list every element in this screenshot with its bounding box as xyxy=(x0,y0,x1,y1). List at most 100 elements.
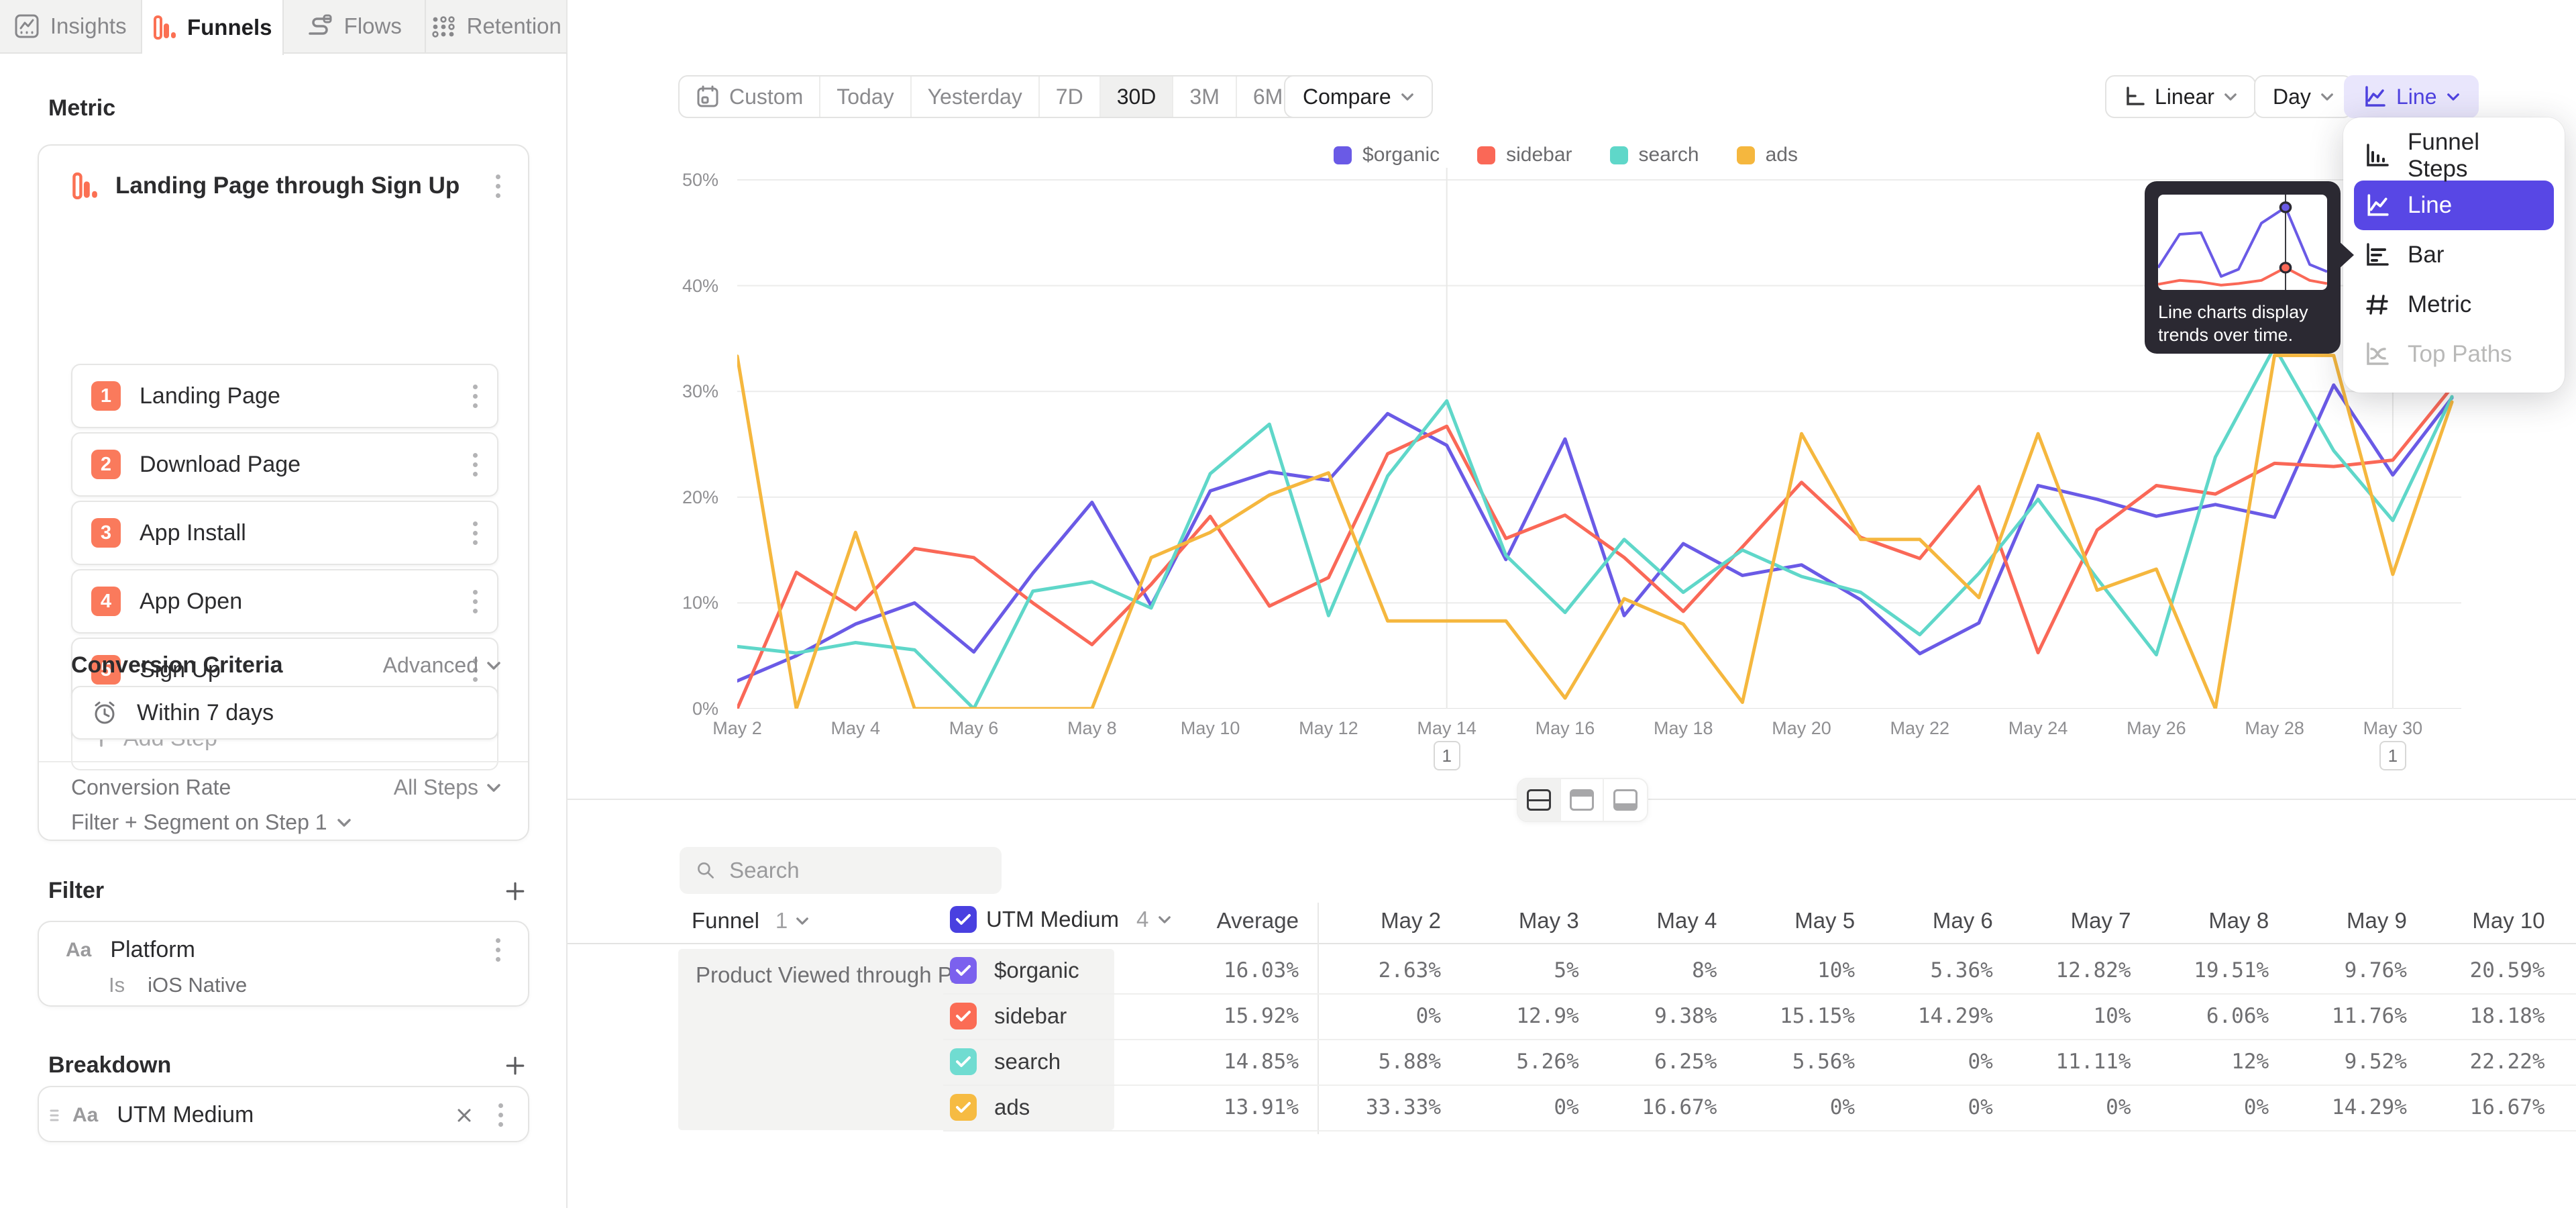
row-separator xyxy=(943,1130,2576,1131)
day-column-header[interactable]: May 4 xyxy=(1589,908,1717,934)
layout-table-view-button[interactable] xyxy=(1604,779,1647,821)
annotation-badge[interactable]: 1 xyxy=(2379,741,2406,770)
funnel-steps-icon xyxy=(2365,143,2390,168)
day-column-header[interactable]: May 7 xyxy=(2004,908,2131,934)
interval-dropdown[interactable]: Day xyxy=(2254,75,2353,118)
range-option[interactable]: Yesterday xyxy=(912,77,1040,117)
range-option[interactable]: Today xyxy=(820,77,911,117)
step-kebab-menu[interactable] xyxy=(472,453,478,476)
all-steps-dropdown[interactable]: All Steps xyxy=(394,775,501,800)
legend-item[interactable]: ads xyxy=(1737,144,1798,166)
y-axis-label: 50% xyxy=(655,170,718,189)
funnel-kebab-menu[interactable] xyxy=(494,174,501,198)
filter-kebab-menu[interactable] xyxy=(494,938,501,962)
legend-item[interactable]: sidebar xyxy=(1477,144,1572,166)
remove-breakdown-icon[interactable] xyxy=(455,1107,473,1124)
range-option[interactable]: 3M xyxy=(1173,77,1236,117)
compare-label: Compare xyxy=(1303,85,1391,109)
filter-value[interactable]: iOS Native xyxy=(148,973,247,997)
filter-operator[interactable]: Is xyxy=(109,973,125,997)
drag-handle-icon[interactable] xyxy=(48,1107,60,1124)
metric-hash-icon xyxy=(2365,292,2390,317)
compare-button[interactable]: Compare xyxy=(1284,75,1433,118)
row-checkbox[interactable] xyxy=(950,1048,977,1075)
funnel-step[interactable]: 2 Download Page xyxy=(71,432,498,497)
step-kebab-menu[interactable] xyxy=(472,590,478,613)
table-cell: 6.06% xyxy=(2141,1004,2269,1028)
table-cell: 12% xyxy=(2141,1050,2269,1074)
filter-card[interactable]: Aa Platform Is iOS Native xyxy=(38,921,529,1007)
legend-item[interactable]: $organic xyxy=(1334,144,1440,166)
range-custom[interactable]: Custom xyxy=(680,77,820,117)
step-kebab-menu[interactable] xyxy=(472,385,478,408)
table-cell: 0% xyxy=(1727,1095,1855,1119)
row-label: $organic xyxy=(994,958,1079,983)
row-checkbox[interactable] xyxy=(950,1003,977,1029)
conversion-window[interactable]: Within 7 days xyxy=(71,686,498,740)
row-checkbox[interactable] xyxy=(950,957,977,984)
y-axis-label: 30% xyxy=(655,382,718,401)
range-option[interactable]: 7D xyxy=(1040,77,1101,117)
day-column-header[interactable]: May 3 xyxy=(1452,908,1579,934)
table-cell: 0% xyxy=(2004,1095,2131,1119)
average-column-header[interactable]: Average xyxy=(1165,908,1299,934)
step-kebab-menu[interactable] xyxy=(472,521,478,545)
tab-retention[interactable]: Retention xyxy=(426,0,567,52)
x-axis-label: May 30 xyxy=(2346,718,2440,739)
table-cell: 10% xyxy=(2004,1004,2131,1028)
segment-step-dropdown[interactable]: Filter + Segment on Step 1 xyxy=(71,810,327,835)
table-cell: 0% xyxy=(1866,1095,1993,1119)
range-option[interactable]: 30D xyxy=(1101,77,1174,117)
scale-dropdown[interactable]: Linear xyxy=(2105,75,2256,118)
series-line-organic[interactable] xyxy=(737,385,2452,681)
table-search[interactable] xyxy=(680,847,1002,894)
table-cell: 8% xyxy=(1589,958,1717,983)
table-row[interactable]: $organic16.03%2.63%5%8%10%5.36%12.82%19.… xyxy=(568,949,2576,995)
chart-type-dropdown[interactable]: Line xyxy=(2344,75,2479,118)
table-row[interactable]: search14.85%5.88%5.26%6.25%5.56%0%11.11%… xyxy=(568,1040,2576,1086)
y-axis-label: 0% xyxy=(655,699,718,718)
row-checkbox[interactable] xyxy=(950,1094,977,1121)
breakdown-card[interactable]: Aa UTM Medium xyxy=(38,1086,529,1142)
funnel-metric-icon xyxy=(71,172,98,199)
layout-chart-view-button[interactable] xyxy=(1561,779,1604,821)
menu-item-line[interactable]: Line xyxy=(2354,181,2554,230)
annotation-badge[interactable]: 1 xyxy=(1434,741,1460,770)
funnel-step[interactable]: 1 Landing Page xyxy=(71,364,498,428)
advanced-dropdown[interactable]: Advanced xyxy=(383,653,501,678)
table-row[interactable]: sidebar15.92%0%12.9%9.38%15.15%14.29%10%… xyxy=(568,995,2576,1040)
query-sidebar: Metric Landing Page through Sign Up 1 La… xyxy=(0,54,568,1208)
select-all-checkbox[interactable] xyxy=(950,906,977,933)
range-label: 30D xyxy=(1117,85,1157,109)
menu-item-bar[interactable]: Bar xyxy=(2354,230,2554,280)
breakdown-kebab-menu[interactable] xyxy=(497,1103,504,1127)
funnel-step[interactable]: 4 App Open xyxy=(71,569,498,634)
table-cell: 16.67% xyxy=(1589,1095,1717,1119)
table-cell: 33.33% xyxy=(1313,1095,1441,1119)
breakdown-column-header[interactable]: UTM Medium4 xyxy=(950,906,1171,933)
day-column-header[interactable]: May 10 xyxy=(2418,908,2545,934)
search-input[interactable] xyxy=(729,858,985,883)
legend-item[interactable]: search xyxy=(1610,144,1699,166)
tab-flows[interactable]: Flows xyxy=(284,0,426,52)
x-axis-label: May 28 xyxy=(2228,718,2322,739)
table-row[interactable]: ads13.91%33.33%0%16.67%0%0%0%0%14.29%16.… xyxy=(568,1086,2576,1131)
legend-label: search xyxy=(1639,144,1699,166)
day-column-header[interactable]: May 2 xyxy=(1313,908,1441,934)
menu-item-funnel-steps[interactable]: Funnel Steps xyxy=(2354,131,2554,181)
tab-funnels[interactable]: Funnels xyxy=(142,0,284,55)
day-column-header[interactable]: May 6 xyxy=(1866,908,1993,934)
day-column-header[interactable]: May 9 xyxy=(2279,908,2407,934)
layout-split-view-button[interactable] xyxy=(1518,779,1561,821)
funnel-column-header[interactable]: Funnel1 xyxy=(692,908,809,934)
add-filter-button[interactable] xyxy=(504,880,526,902)
day-column-header[interactable]: May 5 xyxy=(1727,908,1855,934)
menu-item-metric[interactable]: Metric xyxy=(2354,280,2554,330)
range-label: 6M xyxy=(1253,85,1283,109)
add-breakdown-button[interactable] xyxy=(504,1055,526,1076)
funnel-step[interactable]: 3 App Install xyxy=(71,501,498,565)
table-cell: 2.63% xyxy=(1313,958,1441,983)
day-column-header[interactable]: May 8 xyxy=(2141,908,2269,934)
menu-item-top-paths[interactable]: Top Paths xyxy=(2354,330,2554,379)
tab-insights[interactable]: Insights xyxy=(0,0,142,52)
